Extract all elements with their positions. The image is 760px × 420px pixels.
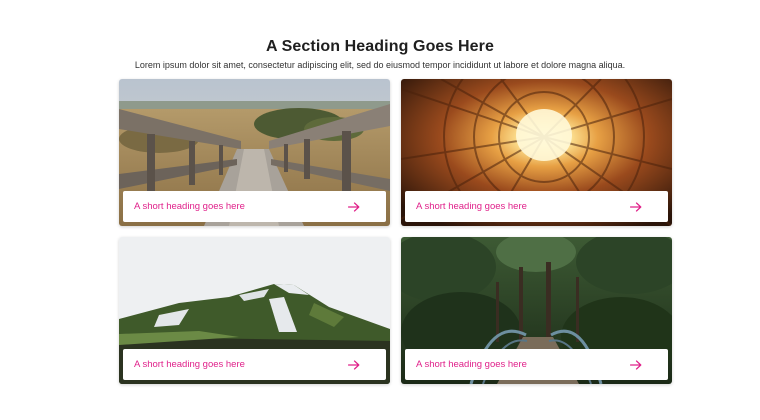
card-title: A short heading goes here xyxy=(416,201,527,212)
card-courtyard[interactable]: A short heading goes here xyxy=(401,79,672,226)
section-subtitle: Lorem ipsum dolor sit amet, consectetur … xyxy=(134,60,626,70)
card-footer-link[interactable]: A short heading goes here xyxy=(405,349,668,380)
card-footer-link[interactable]: A short heading goes here xyxy=(123,349,386,380)
arrow-right-icon xyxy=(348,201,360,212)
card-footer-link[interactable]: A short heading goes here xyxy=(123,191,386,222)
card-title: A short heading goes here xyxy=(134,201,245,212)
card-boardwalk[interactable]: A short heading goes here xyxy=(119,79,390,226)
arrow-right-icon xyxy=(348,359,360,370)
card-footer-link[interactable]: A short heading goes here xyxy=(405,191,668,222)
card-mountain[interactable]: A short heading goes here xyxy=(119,237,390,384)
page: A Section Heading Goes Here Lorem ipsum … xyxy=(0,0,760,420)
card-title: A short heading goes here xyxy=(134,359,245,370)
card-forest-bridge[interactable]: A short heading goes here xyxy=(401,237,672,384)
arrow-right-icon xyxy=(630,201,642,212)
section-heading: A Section Heading Goes Here xyxy=(266,38,494,55)
arrow-right-icon xyxy=(630,359,642,370)
card-title: A short heading goes here xyxy=(416,359,527,370)
